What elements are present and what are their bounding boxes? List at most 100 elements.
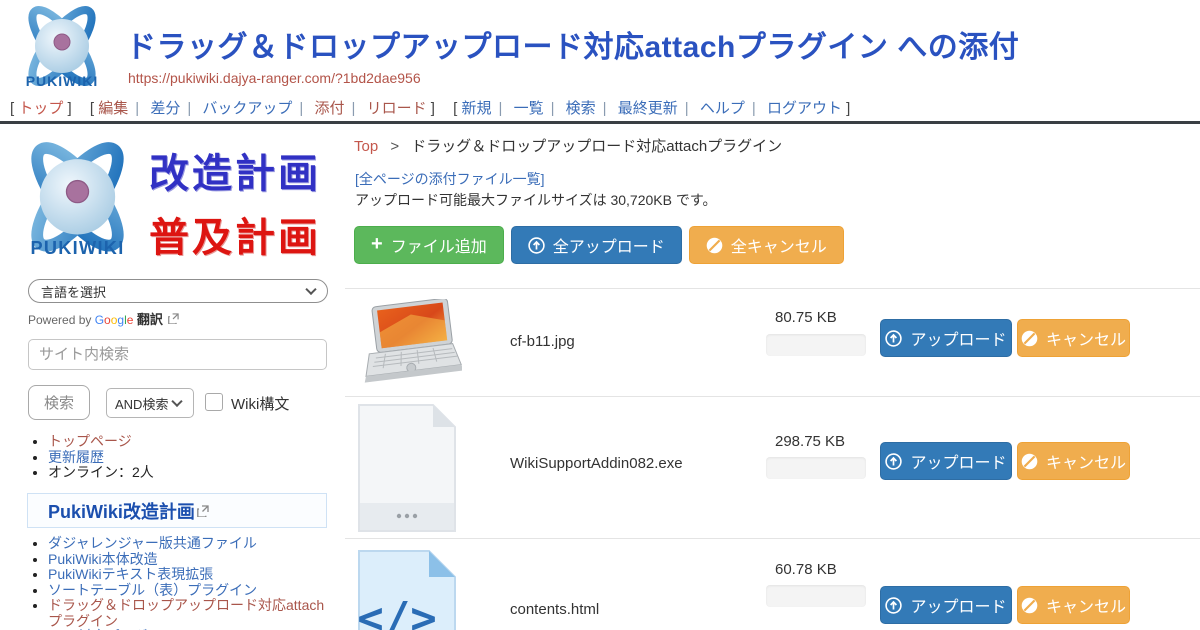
upload-button[interactable]: アップロード	[880, 319, 1012, 357]
google-translate-attribution: Powered by Google 翻訳	[28, 309, 179, 328]
progress-bar	[766, 457, 866, 479]
sidebar-link-dnd-attach[interactable]: ドラッグ＆ドロップアップロード対応attachプラグイン	[48, 597, 324, 629]
upload-label: アップロード	[910, 449, 1006, 473]
cancel-button[interactable]: キャンセル	[1017, 586, 1130, 624]
max-upload-size-text: アップロード可能最大ファイルサイズは 30,720KB です。	[355, 190, 716, 210]
nav-link-diff[interactable]: 差分	[150, 100, 180, 117]
sidebar-link-history[interactable]: 更新履歴	[48, 449, 104, 465]
cancel-label: キャンセル	[1046, 326, 1126, 350]
file-row: cf-b11.jpg 80.75 KB アップロード キャンセル	[345, 289, 1200, 396]
google-letter: e	[127, 313, 134, 327]
ban-icon	[1021, 597, 1038, 614]
nav-link-recent[interactable]: 最終更新	[618, 100, 678, 117]
list-item: トップページ	[48, 434, 154, 450]
list-item: 更新履歴	[48, 450, 154, 466]
separator: |	[299, 100, 303, 117]
nav-link-help[interactable]: ヘルプ	[700, 100, 745, 117]
list-item: ドラッグ＆ドロップアップロード対応attachプラグイン	[48, 598, 333, 629]
generic-file-icon	[357, 403, 457, 533]
nav-link-logout[interactable]: ログアウト	[767, 100, 842, 117]
main-content: Top > ドラッグ＆ドロップアップロード対応attachプラグイン [全ページ…	[345, 127, 1200, 630]
logo-kaizo-text: 改造計画	[149, 141, 321, 199]
sidebar-heading-box: PukiWiki改造計画	[27, 493, 327, 528]
cancel-button[interactable]: キャンセル	[1017, 442, 1130, 480]
sidebar-logo[interactable]: PUKIWIKI 改造計画 普及計画	[10, 133, 340, 271]
file-name: cf-b11.jpg	[510, 333, 575, 350]
cancel-label: キャンセル	[1046, 449, 1126, 473]
all-attachments-link[interactable]: [全ページの添付ファイル一覧]	[355, 169, 545, 189]
separator: |	[685, 100, 689, 117]
pukiwiki-page: PUKIWIKI ドラッグ＆ドロップアップロード対応attachプラグイン への…	[0, 0, 1200, 630]
upload-circle-icon	[528, 237, 545, 254]
bracket: ]	[68, 100, 72, 117]
bracket: [	[90, 100, 94, 117]
sidebar-quick-links: トップページ 更新履歴 オンライン：2人	[48, 434, 154, 481]
separator: |	[498, 100, 502, 117]
sidebar-link-sorttable[interactable]: ソートテーブル（表）プラグイン	[48, 582, 257, 598]
upload-label: アップロード	[910, 593, 1006, 617]
cancel-all-button[interactable]: 全キャンセル	[689, 226, 844, 264]
upload-label: アップロード	[910, 326, 1006, 350]
bracket: ]	[431, 100, 435, 117]
nav-link-new[interactable]: 新規	[461, 100, 491, 117]
language-select-value: 言語を選択	[41, 282, 106, 301]
logo-fukyu-text: 普及計画	[149, 205, 321, 263]
nav-link-search[interactable]: 検索	[566, 100, 596, 117]
progress-bar	[766, 585, 866, 607]
svg-text:PUKIWIKI: PUKIWIKI	[30, 238, 124, 258]
nav-link-reload[interactable]: リロード	[367, 100, 427, 117]
page-url-link[interactable]: https://pukiwiki.dajya-ranger.com/?1bd2d…	[128, 70, 421, 86]
separator: |	[551, 100, 555, 117]
nav-link-backup[interactable]: バックアップ	[202, 100, 292, 117]
nav-group-site: [ 新規 | 一覧 | 検索 | 最終更新 | ヘルプ | ログアウト ]	[453, 100, 850, 117]
google-letter: G	[95, 313, 104, 327]
separator: |	[135, 100, 139, 117]
upload-circle-icon	[885, 453, 902, 470]
breadcrumb-home-link[interactable]: Top	[354, 138, 378, 155]
nav-link-list[interactable]: 一覧	[514, 100, 544, 117]
sidebar-plugin-links: ダジャレンジャー版共通ファイル PukiWiki本体改造 PukiWikiテキス…	[48, 536, 333, 630]
external-link-icon	[197, 505, 209, 517]
breadcrumb: Top > ドラッグ＆ドロップアップロード対応attachプラグイン	[354, 135, 782, 156]
upload-toolbar: + ファイル追加 全アップロード 全キャンセル	[354, 226, 844, 264]
nav-link-attach[interactable]: 添付	[315, 100, 345, 117]
search-mode-value: AND検索	[115, 394, 168, 413]
upload-button[interactable]: アップロード	[880, 442, 1012, 480]
file-size: 60.78 KB	[775, 561, 837, 578]
separator: |	[752, 100, 756, 117]
nav-link-edit[interactable]: 編集	[98, 100, 128, 117]
bracket: [	[453, 100, 457, 117]
file-name: WikiSupportAddin082.exe	[510, 455, 683, 472]
sidebar-link-common-files[interactable]: ダジャレンジャー版共通ファイル	[48, 535, 257, 551]
powered-by-text: Powered by	[28, 313, 95, 327]
translate-label: 翻訳	[137, 312, 163, 327]
bracket: ]	[846, 100, 850, 117]
sidebar-link-toppage[interactable]: トップページ	[48, 433, 132, 449]
nav-link-top[interactable]: トップ	[18, 100, 63, 117]
external-link-icon	[168, 313, 179, 324]
separator: |	[352, 100, 356, 117]
cancel-button[interactable]: キャンセル	[1017, 319, 1130, 357]
separator: |	[603, 100, 607, 117]
site-search-input[interactable]	[28, 339, 327, 370]
list-item: ソートテーブル（表）プラグイン	[48, 583, 333, 599]
list-item: PukiWikiテキスト表現拡張	[48, 567, 333, 583]
file-size: 298.75 KB	[775, 433, 845, 450]
search-mode-select[interactable]: AND検索	[106, 388, 194, 418]
separator: |	[187, 100, 191, 117]
pukiwiki-logo-icon[interactable]: PUKIWIKI	[10, 4, 114, 100]
sidebar-heading-link[interactable]: PukiWiki改造計画	[48, 498, 195, 524]
top-navbar: [ トップ ] [ 編集 | 差分 | バックアップ | 添付 | リロード ] [ 新…	[10, 97, 864, 118]
wiki-syntax-checkbox[interactable]	[205, 393, 223, 411]
chevron-down-icon	[171, 396, 182, 407]
sidebar-link-text-ext[interactable]: PukiWikiテキスト表現拡張	[48, 566, 213, 582]
search-button[interactable]: 検索	[28, 385, 90, 420]
add-files-button[interactable]: + ファイル追加	[354, 226, 504, 264]
sidebar-link-core-mod[interactable]: PukiWiki本体改造	[48, 551, 158, 567]
online-count: オンライン：2人	[48, 464, 154, 480]
upload-button[interactable]: アップロード	[880, 586, 1012, 624]
language-select[interactable]: 言語を選択	[28, 279, 328, 303]
upload-all-button[interactable]: 全アップロード	[511, 226, 682, 264]
nav-group-page: [ 編集 | 差分 | バックアップ | 添付 | リロード ]	[90, 100, 439, 117]
header: PUKIWIKI ドラッグ＆ドロップアップロード対応attachプラグイン への…	[0, 0, 1200, 124]
